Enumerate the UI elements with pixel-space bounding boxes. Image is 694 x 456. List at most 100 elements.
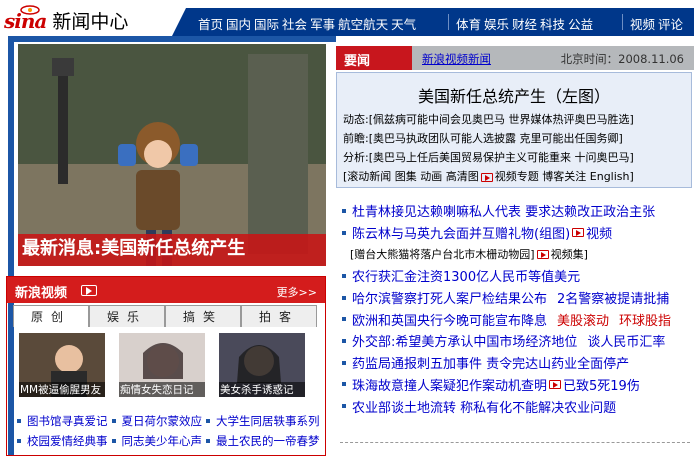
headline-link[interactable]: 谈人民币汇率 bbox=[587, 331, 665, 350]
news-header-label: 要闻 bbox=[336, 46, 412, 70]
top-story-link[interactable]: 前瞻:[奥巴马执政团队可能人选披露 克里可能出任国务卿] bbox=[343, 132, 623, 145]
nav-domestic[interactable]: 国内 bbox=[226, 14, 251, 33]
news-header: 要闻 新浪视频新闻 北京时间：2008.11.06 bbox=[336, 46, 694, 70]
nav-sports[interactable]: 体育 bbox=[456, 14, 481, 33]
tab-reporter[interactable]: 拍客 bbox=[241, 305, 317, 327]
video-play-icon bbox=[81, 285, 97, 296]
list-item: 哈尔滨警察打死人案尸检结果公布 2名警察被提请批捕 bbox=[340, 287, 694, 309]
headline-link[interactable]: 杜青林接见达赖喇嘛私人代表 要求达赖改正政治主张 bbox=[352, 201, 655, 220]
top-story-link[interactable]: 动态:[佩兹病可能中间会见奥巴马 世界媒体热评奥巴马胜选] bbox=[343, 113, 634, 126]
headline-link[interactable]: 哈尔滨警察打死人案尸检结果公布 bbox=[352, 288, 547, 307]
list-item: 陈云林与马英九会面并互赠礼物(组图) 视频 bbox=[340, 222, 694, 244]
video-thumb[interactable]: 美女杀手诱惑记 bbox=[219, 333, 305, 397]
top-story-link[interactable]: 视频专题 博客关注 English] bbox=[495, 170, 634, 183]
logo-section-text: 新闻中心 bbox=[52, 10, 129, 33]
nav-divider bbox=[622, 14, 623, 30]
list-divider bbox=[340, 442, 690, 443]
headline-sub[interactable]: 视频集] bbox=[551, 246, 588, 262]
nav-international[interactable]: 国际 bbox=[254, 14, 279, 33]
tab-funny[interactable]: 搞笑 bbox=[165, 305, 241, 327]
headline-link[interactable]: 外交部:希望美方承认中国市场经济地位 bbox=[352, 331, 577, 350]
headline-list: 杜青林接见达赖喇嘛私人代表 要求达赖改正政治主张 陈云林与马英九会面并互赠礼物(… bbox=[340, 200, 694, 417]
top-story-link[interactable]: 分析:[奥巴马上任后美国贸易保护主义可能重来 十问奥巴马] bbox=[343, 151, 634, 164]
top-story-links: 动态:[佩兹病可能中间会见奥巴马 世界媒体热评奥巴马胜选] 前瞻:[奥巴马执政团… bbox=[343, 111, 634, 187]
video-icon bbox=[536, 249, 549, 259]
video-panel: 新浪视频 更多>> 原创 娱乐 搞笑 拍客 MM被逼偷腥男友 痴情女失恋日记 美… bbox=[6, 276, 326, 456]
bullet-icon bbox=[17, 419, 21, 423]
top-story-link[interactable]: [滚动新闻 图集 动画 高清图 bbox=[343, 170, 479, 183]
video-thumb-caption: 痴情女失恋日记 bbox=[119, 382, 205, 397]
bullet-icon bbox=[206, 419, 210, 423]
nav-weather[interactable]: 天气 bbox=[391, 14, 416, 33]
headline-link[interactable]: 2名警察被提请批捕 bbox=[557, 288, 669, 307]
headline-link[interactable]: 农业部谈土地流转 称私有化不能解决农业问题 bbox=[352, 397, 616, 416]
global-index-link[interactable]: 环球股指 bbox=[619, 310, 671, 329]
nav-charity[interactable]: 公益 bbox=[568, 14, 593, 33]
bullet-icon bbox=[342, 230, 346, 235]
bullet-icon bbox=[111, 419, 116, 423]
nav-finance[interactable]: 财经 bbox=[512, 14, 537, 33]
nav-home[interactable]: 首页 bbox=[198, 14, 223, 33]
bullet-icon bbox=[342, 317, 346, 322]
headline-link[interactable]: 视频 bbox=[586, 223, 612, 242]
video-link[interactable]: 校园爱情经典事 bbox=[27, 433, 108, 449]
top-story-row: 前瞻:[奥巴马执政团队可能人选披露 克里可能出任国务卿] bbox=[343, 130, 634, 149]
site-header: sina 新闻中心 首页 国内 国际 社会 军事 航空航天 天气 体育 娱乐 财… bbox=[0, 0, 694, 36]
headline-link[interactable]: 农行获汇金注资1300亿人民币等值美元 bbox=[352, 266, 580, 285]
sina-logo[interactable]: sina 新闻中心 bbox=[4, 4, 129, 33]
bullet-icon bbox=[342, 295, 346, 300]
tab-entertainment[interactable]: 娱乐 bbox=[89, 305, 165, 327]
headline-link[interactable]: 欧洲和英国央行今晚可能宣布降息 bbox=[352, 310, 547, 329]
main-nav: 首页 国内 国际 社会 军事 航空航天 天气 体育 娱乐 财经 科技 公益 视频… bbox=[172, 8, 694, 36]
top-story-row: 动态:[佩兹病可能中间会见奥巴马 世界媒体热评奥巴马胜选] bbox=[343, 111, 634, 130]
video-icon bbox=[480, 172, 493, 182]
video-link[interactable]: 最土农民的一帝春梦 bbox=[216, 433, 320, 449]
nav-tech[interactable]: 科技 bbox=[540, 14, 565, 33]
nav-military[interactable]: 军事 bbox=[310, 14, 335, 33]
headline-link[interactable]: 陈云林与马英九会面并互赠礼物(组图) bbox=[352, 223, 570, 242]
nav-group-extra: 视频 评论 bbox=[630, 14, 683, 33]
list-item: 珠海故意撞人案疑犯作案动机查明 已致5死19伤 bbox=[340, 374, 694, 396]
nav-comment[interactable]: 评论 bbox=[658, 14, 683, 33]
video-link-row: 图书馆寻真爱记 夏日荷尔蒙效应 大学生同居轶事系列 bbox=[17, 411, 327, 431]
bullet-icon bbox=[111, 439, 116, 443]
nav-society[interactable]: 社会 bbox=[282, 14, 307, 33]
video-thumb-caption: 美女杀手诱惑记 bbox=[219, 382, 305, 397]
nav-video[interactable]: 视频 bbox=[630, 14, 655, 33]
video-thumb[interactable]: MM被逼偷腥男友 bbox=[19, 333, 105, 397]
nav-entertainment[interactable]: 娱乐 bbox=[484, 14, 509, 33]
list-item: 外交部:希望美方承认中国市场经济地位 谈人民币汇率 bbox=[340, 330, 694, 352]
top-story-title[interactable]: 美国新任总统产生（左图） bbox=[337, 83, 691, 107]
video-link[interactable]: 大学生同居轶事系列 bbox=[216, 413, 320, 429]
video-tabs: 原创 娱乐 搞笑 拍客 bbox=[13, 305, 317, 327]
nav-group-channels: 体育 娱乐 财经 科技 公益 bbox=[456, 14, 593, 33]
headline-link[interactable]: 珠海故意撞人案疑犯作案动机查明 bbox=[352, 375, 547, 394]
tab-original[interactable]: 原创 bbox=[13, 305, 89, 327]
hero-caption[interactable]: 最新消息:美国新任总统产生 bbox=[22, 234, 245, 260]
beijing-time: 北京时间：2008.11.06 bbox=[560, 52, 684, 66]
headline-sub[interactable]: [赠台大熊猫将落户台北市木栅动物园] bbox=[350, 246, 535, 262]
frame-decoration bbox=[8, 36, 336, 42]
hero-photo[interactable]: 最新消息:美国新任总统产生 bbox=[18, 44, 326, 266]
bullet-icon bbox=[17, 439, 21, 443]
video-thumb[interactable]: 痴情女失恋日记 bbox=[119, 333, 205, 397]
hero-photo-image bbox=[18, 44, 326, 266]
video-link[interactable]: 图书馆寻真爱记 bbox=[27, 413, 108, 429]
list-item: 农行获汇金注资1300亿人民币等值美元 bbox=[340, 265, 694, 287]
bullet-icon bbox=[342, 273, 346, 278]
video-panel-title[interactable]: 新浪视频 bbox=[15, 282, 67, 301]
video-link[interactable]: 夏日荷尔蒙效应 bbox=[122, 413, 203, 429]
list-item: 欧洲和英国央行今晚可能宣布降息 美股滚动 环球股指 bbox=[340, 308, 694, 330]
logo-eye-icon bbox=[20, 5, 40, 15]
list-item: [赠台大熊猫将落户台北市木栅动物园] 视频集] bbox=[340, 243, 694, 265]
video-more-link[interactable]: 更多>> bbox=[277, 284, 317, 300]
stock-scroll-link[interactable]: 美股滚动 bbox=[557, 310, 609, 329]
video-link[interactable]: 同志美少年心声 bbox=[122, 433, 203, 449]
nav-aerospace[interactable]: 航空航天 bbox=[338, 14, 388, 33]
list-item: 杜青林接见达赖喇嘛私人代表 要求达赖改正政治主张 bbox=[340, 200, 694, 222]
video-thumb-caption: MM被逼偷腥男友 bbox=[19, 382, 105, 397]
nav-group-main: 首页 国内 国际 社会 军事 航空航天 天气 bbox=[198, 14, 416, 33]
video-news-link[interactable]: 新浪视频新闻 bbox=[422, 51, 491, 67]
headline-link[interactable]: 已致5死19伤 bbox=[563, 375, 640, 394]
headline-link[interactable]: 药监局通报刺五加事件 责令完达山药业全面停产 bbox=[352, 353, 629, 372]
